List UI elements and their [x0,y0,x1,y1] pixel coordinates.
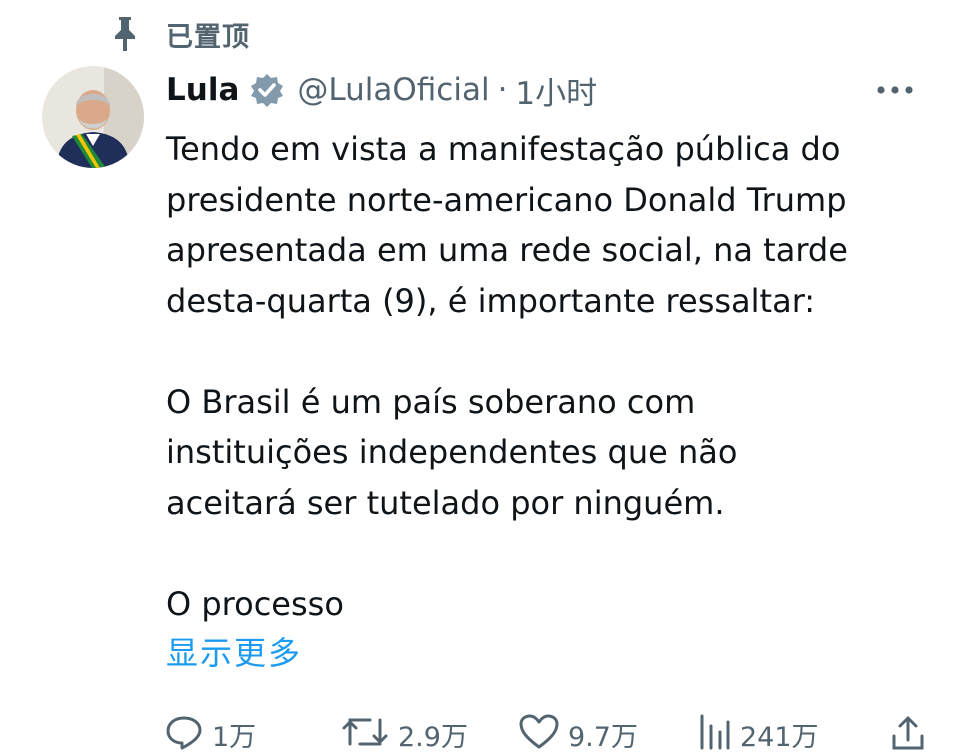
more-options-icon[interactable] [870,72,920,108]
avatar[interactable] [42,66,144,168]
verified-badge-icon [249,72,285,108]
separator-dot: · [497,72,508,108]
retweet-button[interactable]: 2.9万 [340,712,468,756]
views-icon [696,712,732,756]
tweet-line: presidente norte-americano Donald Trump [166,180,847,219]
tweet-line: O Brasil é um país soberano com [166,382,696,421]
show-more-link[interactable]: 显示更多 [166,628,302,674]
retweet-icon [340,714,390,754]
tweet-line: Tendo em vista a manifestação pública do [166,130,841,168]
tweet-header: Lula @LulaOficial · 1小时 [166,68,597,112]
tweet-line: instituições independentes que não [166,433,738,471]
tweet-line: aceitará ser tutelado por ninguém. [166,483,725,522]
author-handle[interactable]: @LulaOficial [297,72,489,108]
pinned-label: 已置顶 [166,21,250,53]
views-button[interactable]: 241万 [696,712,819,756]
heart-icon [518,713,560,755]
display-name[interactable]: Lula [166,72,239,108]
tweet-line: apresentada em uma rede social, na tarde [166,231,848,269]
reply-icon [164,714,204,754]
tweet-timestamp[interactable]: 1小时 [515,68,597,113]
like-button[interactable]: 9.7万 [518,712,638,756]
pinned-indicator: 已置顶 [108,14,250,54]
reply-button[interactable]: 1万 [164,712,256,756]
share-button[interactable] [890,712,926,756]
pin-icon [108,14,142,54]
tweet-text: Tendo em vista a manifestação pública do… [166,124,926,629]
share-icon [890,712,926,756]
tweet-line: O processo [166,584,344,623]
tweet-actions: 1万 2.9万 9.7万 241万 [164,712,960,756]
tweet-line: desta-quarta (9), é importante ressaltar… [166,281,816,320]
